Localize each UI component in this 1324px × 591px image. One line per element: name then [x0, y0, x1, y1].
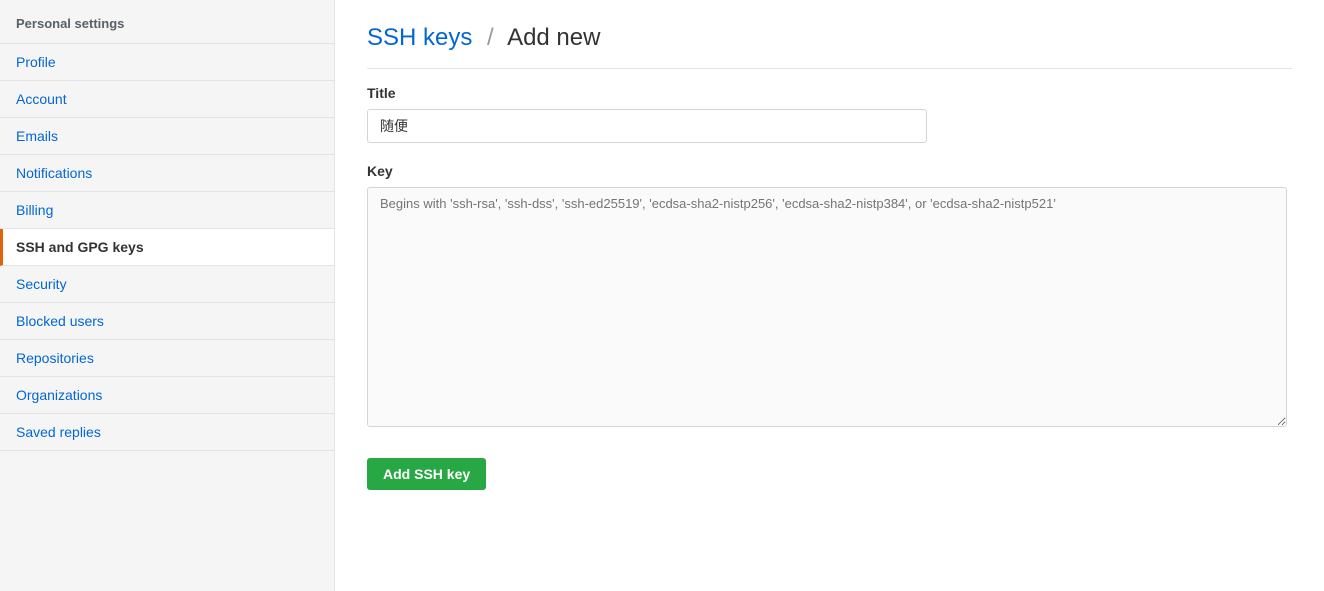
- sidebar-item-notifications[interactable]: Notifications: [0, 155, 334, 192]
- title-input[interactable]: [367, 109, 927, 143]
- sidebar: Personal settings Profile Account Emails…: [0, 0, 335, 591]
- key-label: Key: [367, 163, 1292, 179]
- sidebar-item-repositories[interactable]: Repositories: [0, 340, 334, 377]
- sidebar-item-emails[interactable]: Emails: [0, 118, 334, 155]
- page-title-part1: SSH keys: [367, 24, 472, 51]
- sidebar-item-ssh-gpg-keys[interactable]: SSH and GPG keys: [0, 229, 334, 266]
- sidebar-item-security[interactable]: Security: [0, 266, 334, 303]
- sidebar-item-profile[interactable]: Profile: [0, 44, 334, 81]
- page-title-separator: /: [487, 24, 494, 51]
- title-form-group: Title: [367, 85, 1292, 143]
- sidebar-item-blocked-users[interactable]: Blocked users: [0, 303, 334, 340]
- add-ssh-key-button[interactable]: Add SSH key: [367, 458, 486, 490]
- main-content: SSH keys / Add new Title Key Add SSH key: [335, 0, 1324, 591]
- title-label: Title: [367, 85, 1292, 101]
- add-ssh-key-form: Title Key Add SSH key: [367, 85, 1292, 490]
- key-form-group: Key: [367, 163, 1292, 430]
- sidebar-item-saved-replies[interactable]: Saved replies: [0, 414, 334, 451]
- sidebar-header: Personal settings: [0, 0, 334, 44]
- key-textarea[interactable]: [367, 187, 1287, 427]
- sidebar-item-billing[interactable]: Billing: [0, 192, 334, 229]
- sidebar-item-account[interactable]: Account: [0, 81, 334, 118]
- sidebar-item-organizations[interactable]: Organizations: [0, 377, 334, 414]
- sidebar-nav: Profile Account Emails Notifications Bil…: [0, 44, 334, 451]
- page-title: SSH keys / Add new: [367, 24, 1292, 69]
- page-title-part2: Add new: [507, 24, 600, 51]
